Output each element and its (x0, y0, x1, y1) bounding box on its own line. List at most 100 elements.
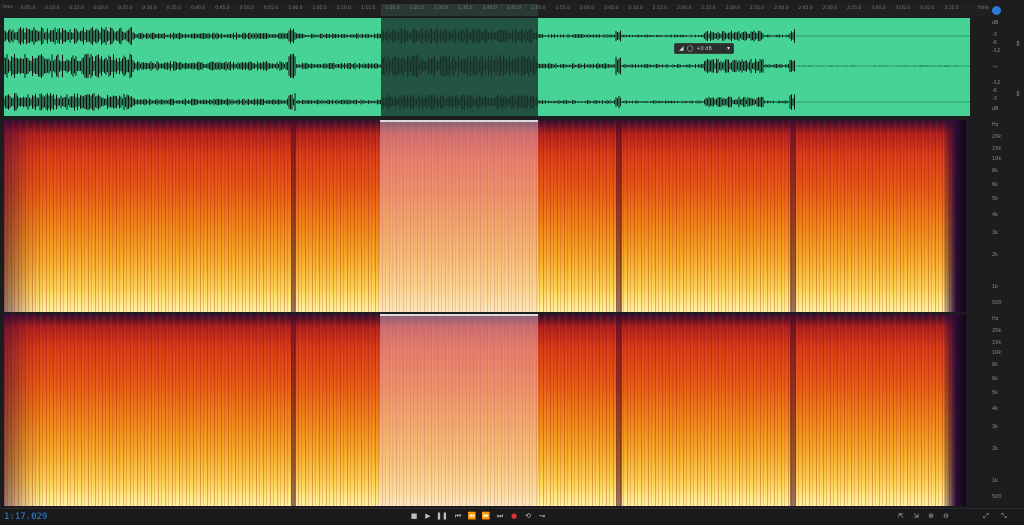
waveform-display[interactable]: ◢ ◯ +0 dB ▾ (4, 18, 970, 116)
ruler-tick-label: 3:15.0 (944, 6, 959, 11)
spectrogram-gap (790, 314, 796, 506)
hz-label: 10k (992, 350, 1002, 356)
loop-button[interactable]: ⟲ (522, 511, 534, 522)
fast-forward-button[interactable]: ⏩ (480, 511, 492, 522)
ruler-tick-label: 0:25.0 (117, 6, 133, 11)
waveform-db-scale[interactable]: dB -3 -6 -12 -∞ -12 -6 -3 dB ↕ ↕ (990, 18, 1024, 116)
db-label: -12 (992, 80, 1001, 86)
ruler-tick-label: 2:35.0 (749, 6, 765, 11)
hud-volume-control[interactable]: ◢ ◯ +0 dB ▾ (674, 43, 734, 54)
spectrogram-right-channel[interactable] (4, 314, 966, 506)
spectrogram-selection[interactable] (380, 120, 538, 312)
hz-label: 1k (992, 284, 999, 290)
zoom-in-amplitude-button[interactable]: ⇱ (895, 511, 907, 522)
record-button[interactable]: ● (508, 511, 520, 522)
selection-edge (380, 120, 538, 122)
db-label: -3 (992, 32, 997, 38)
ruler-tick-label: 1:55.0 (555, 6, 570, 11)
ruler-tick-label: 1:20.0 (385, 6, 400, 11)
ruler-tick-label: 1:35.0 (458, 6, 473, 11)
ruler-tick-label: 2:10.0 (628, 6, 643, 11)
frequency-scale-left[interactable]: Hz 20k 15k 10k 8k 6k 5k 4k 3k 2k 1k 500 (990, 120, 1024, 312)
spectrogram-fade-in (4, 120, 44, 312)
volume-icon: ◢ (679, 44, 684, 52)
snap-icon[interactable] (992, 6, 1001, 15)
play-button[interactable]: ▶ (422, 511, 434, 522)
hz-label: 500 (992, 300, 1002, 306)
hz-label: 8k (992, 362, 999, 368)
ruler-tick-label: 1:15.0 (360, 6, 376, 11)
ruler-tick-label: 2:00.0 (579, 6, 595, 11)
db-label: -6 (992, 88, 997, 94)
ruler-tick-label: 0:15.0 (69, 6, 84, 11)
ruler-tick-label: 3:10.0 (919, 6, 935, 11)
frequency-scale-right[interactable]: Hz 20k 15k 10k 8k 6k 5k 4k 3k 2k 1k 500 (990, 314, 1024, 506)
ruler-tick-label: 0:10.0 (45, 6, 60, 11)
spectrogram-fade-out (944, 120, 966, 312)
ruler-tick-label: 2:30.0 (725, 6, 740, 11)
ruler-tick-label: 1:30.0 (433, 6, 449, 11)
hz-label: 10k (992, 156, 1002, 162)
ruler-tick-label: 2:25.0 (701, 6, 716, 11)
hz-label: 15k (992, 146, 1002, 152)
current-time-display[interactable]: 1:17.029 (4, 512, 47, 522)
chevron-down-icon[interactable]: ▾ (727, 45, 730, 52)
hz-label: 500 (992, 494, 1002, 500)
spectrogram-selection[interactable] (380, 314, 538, 506)
hz-label: 4k (992, 212, 999, 218)
ruler-tick-label: 0:30.0 (142, 6, 157, 11)
spectrogram-left-channel[interactable] (4, 120, 966, 312)
db-label: -3 (992, 96, 997, 102)
go-to-end-button[interactable]: ⏭ (494, 511, 506, 522)
zoom-out-amplitude-button[interactable]: ⇲ (910, 511, 922, 522)
hz-label: 15k (992, 340, 1002, 346)
skip-selection-button[interactable]: ↝ (536, 511, 548, 522)
ruler-tick-label: 0:45.0 (215, 6, 230, 11)
hz-label: 5k (992, 390, 999, 396)
hz-label: 1k (992, 478, 999, 484)
zoom-in-time-button[interactable]: ⊕ (925, 511, 937, 522)
go-to-start-button[interactable]: ⏮ (452, 511, 464, 522)
hz-label: 20k (992, 134, 1002, 140)
ruler-tick-label: 2:50.0 (822, 6, 838, 11)
db-label: -6 (992, 40, 997, 46)
zoom-selection-button[interactable]: ⤢ (980, 511, 992, 522)
hz-label: 2k (992, 446, 999, 452)
hz-label: 20k (992, 328, 1002, 334)
stop-button[interactable]: ■ (408, 511, 420, 522)
volume-knob-icon[interactable]: ◯ (687, 45, 694, 52)
ruler-tick-label: 2:15.0 (652, 6, 667, 11)
pause-button[interactable]: ❚❚ (436, 511, 448, 522)
ruler-unit-label: hms (3, 5, 13, 10)
scroll-up-icon[interactable]: ↕ (1014, 40, 1022, 48)
scroll-down-icon[interactable]: ↕ (1014, 90, 1022, 98)
ruler-tick-label: 0:20.0 (93, 6, 109, 11)
ruler-tick-label: 2:20.0 (676, 6, 692, 11)
spectrogram-gap (616, 120, 622, 312)
ruler-tick-label: 2:05.0 (603, 6, 619, 11)
ruler-tick-label: 0:40.0 (190, 6, 206, 11)
zoom-out-time-button[interactable]: ⊖ (940, 511, 952, 522)
ruler-tick-label: 0:05.0 (20, 6, 36, 11)
ruler-tick-label: 0:35.0 (166, 6, 181, 11)
spectrogram-fade-out (944, 314, 966, 506)
ruler-tick-label: 1:40.0 (482, 6, 497, 11)
ruler-tick-label: 1:25.0 (409, 6, 424, 11)
ruler-tick-label: 3:05.0 (895, 6, 910, 11)
rewind-button[interactable]: ⏪ (466, 511, 478, 522)
ruler-end-label: hms (978, 5, 989, 11)
hz-label: Hz (992, 316, 999, 322)
hz-label: 3k (992, 230, 999, 236)
hz-label: 3k (992, 424, 999, 430)
transport-bar: 1:17.029 ■ ▶ ❚❚ ⏮ ⏪ ⏩ ⏭ ● ⟲ ↝ ⇱ ⇲ ⊕ ⊖ ⤢ … (0, 508, 1024, 525)
spectrogram-gap (291, 120, 296, 312)
spectrogram-gap (616, 314, 622, 506)
ruler-tick-label: 3:00.0 (871, 6, 886, 11)
ruler-tick-label: 1:45.0 (506, 6, 522, 11)
hz-label: Hz (992, 122, 999, 128)
hz-label: 5k (992, 196, 999, 202)
db-label: dB (992, 20, 999, 26)
waveform-selection[interactable] (381, 18, 538, 116)
selection-edge (380, 314, 538, 316)
zoom-full-button[interactable]: ⤡ (998, 511, 1010, 522)
